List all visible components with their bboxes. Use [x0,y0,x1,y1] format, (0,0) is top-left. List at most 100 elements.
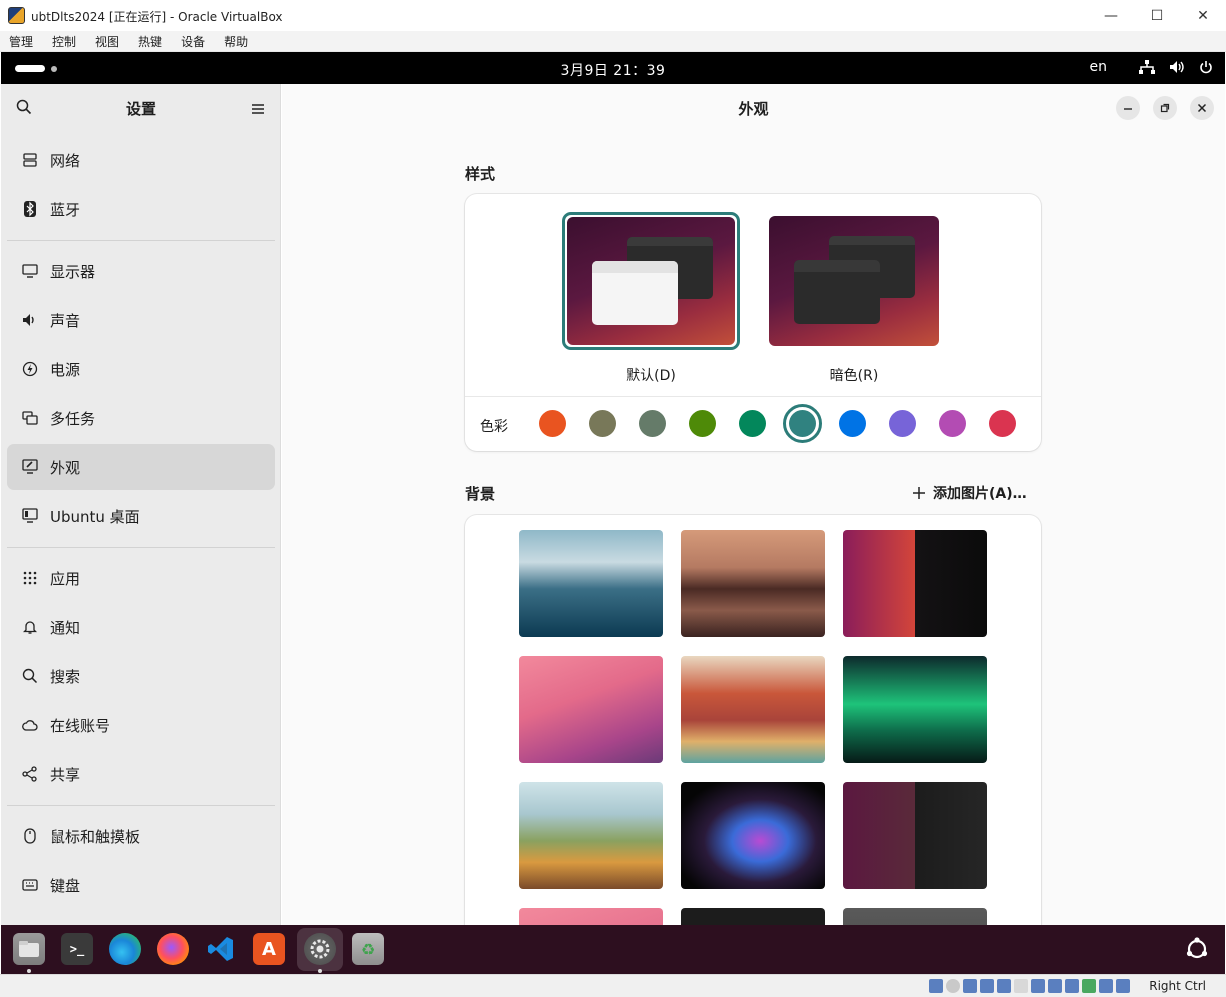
wallpaper-thumbnail[interactable] [843,782,987,889]
window-minimize-button[interactable] [1116,96,1140,120]
sidebar-item-label: 外观 [50,458,81,477]
keyboard-icon [22,877,38,893]
vt-x-icon[interactable] [1065,979,1079,993]
host-menubar: 管理 控制 视图 热键 设备 帮助 [0,31,1226,52]
sidebar-separator [7,805,275,806]
accent-color-swatch[interactable] [839,410,866,437]
host-menu-view[interactable]: 视图 [95,33,119,50]
accent-color-swatch[interactable] [689,410,716,437]
sidebar-item-apps[interactable]: 应用 [7,555,275,601]
style-thumbnail-default[interactable] [562,212,740,350]
sidebar-item-keyboard[interactable]: 键盘 [7,862,275,908]
sidebar-item-label: 网络 [50,151,81,170]
wallpaper-thumbnail[interactable] [519,908,663,925]
sidebar-item-label: 鼠标和触摸板 [50,827,141,846]
sidebar-item-label: 显示器 [50,262,96,281]
sidebar-item-label: 应用 [50,569,81,588]
accent-color-swatch[interactable] [539,410,566,437]
input-language-indicator[interactable]: en [1090,59,1108,75]
wallpaper-thumbnail[interactable] [843,530,987,637]
window-close-button[interactable] [1190,96,1214,120]
accent-color-swatch[interactable] [939,410,966,437]
hamburger-menu-icon[interactable] [252,100,264,119]
wallpaper-thumbnail[interactable] [681,908,825,925]
optical-drive-icon[interactable] [946,979,960,993]
host-window-title: ubtDlts2024 [正在运行] - Oracle VirtualBox [31,10,283,24]
host-menu-hotkeys[interactable]: 热键 [138,33,162,50]
preview-front-window [592,261,678,325]
accent-color-swatch[interactable] [739,410,766,437]
show-apps-icon[interactable] [1181,933,1213,965]
host-menu-manage[interactable]: 管理 [9,33,33,50]
clock[interactable]: 3月9日 21：39 [1,60,1225,80]
style-thumbnail-dark[interactable] [765,212,943,350]
sidebar-item-bluetooth[interactable]: 蓝牙 [7,186,275,232]
host-close-button[interactable]: ✕ [1180,0,1226,31]
audio-icon[interactable] [963,979,977,993]
edge-icon[interactable] [109,933,141,965]
wallpaper-thumbnail[interactable] [519,530,663,637]
host-menu-control[interactable]: 控制 [52,33,76,50]
accent-color-swatch[interactable] [889,410,916,437]
shared-folders-icon[interactable] [1014,979,1028,993]
sidebar-item-sound[interactable]: 声音 [7,297,275,343]
cloud-icon [22,717,38,733]
wallpaper-thumbnail[interactable] [519,782,663,889]
host-menu-help[interactable]: 帮助 [224,33,248,50]
system-tray[interactable]: en [1090,59,1214,75]
wallpaper-thumbnail[interactable] [681,782,825,889]
host-menu-devices[interactable]: 设备 [181,33,205,50]
guest-additions-icon[interactable] [1082,979,1096,993]
window-restore-button[interactable] [1153,96,1177,120]
network-adapter-icon[interactable] [980,979,994,993]
sidebar-item-search[interactable]: 搜索 [7,653,275,699]
settings-icon[interactable] [304,933,336,965]
sidebar-item-network[interactable]: 网络 [7,137,275,183]
sidebar-item-label: 在线账号 [50,716,111,735]
display-status-icon[interactable] [1031,979,1045,993]
plus-icon [913,487,925,499]
sidebar-item-power[interactable]: 电源 [7,346,275,392]
sidebar-item-ubuntu-desktop[interactable]: Ubuntu 桌面 [7,493,275,539]
vscode-icon[interactable] [205,933,237,965]
terminal-icon[interactable]: >_ [61,933,93,965]
wallpaper-thumbnail[interactable] [843,908,987,925]
style-option-dark[interactable]: 暗色(R) [765,212,943,385]
trash-icon[interactable]: ♻ [352,933,384,965]
hard-disk-icon[interactable] [929,979,943,993]
host-maximize-button[interactable]: ☐ [1134,0,1180,31]
accent-color-swatch[interactable] [789,410,816,437]
sidebar-item-appearance[interactable]: 外观 [7,444,275,490]
recording-icon[interactable] [1048,979,1062,993]
keyboard-capture-icon[interactable] [1116,979,1130,993]
sidebar-item-notifications[interactable]: 通知 [7,604,275,650]
sidebar-item-mouse-touchpad[interactable]: 鼠标和触摸板 [7,813,275,859]
style-option-default[interactable]: 默认(D) [562,212,740,385]
wallpaper-thumbnail[interactable] [681,656,825,763]
firefox-icon[interactable] [157,933,189,965]
sidebar-item-label: 蓝牙 [50,200,81,219]
usb-icon[interactable] [997,979,1011,993]
sidebar-item-online-accounts[interactable]: 在线账号 [7,702,275,748]
sidebar-item-multitasking[interactable]: 多任务 [7,395,275,441]
style-section-label: 样式 [465,165,496,183]
wallpaper-thumbnail[interactable] [843,656,987,763]
preview-front-window [794,260,880,324]
files-icon[interactable] [13,933,45,965]
accent-color-swatch[interactable] [589,410,616,437]
style-label-dark: 暗色(R) [829,368,879,384]
host-minimize-button[interactable]: — [1088,0,1134,31]
mouse-integration-icon[interactable] [1099,979,1113,993]
gnome-top-bar: 3月9日 21：39 en [1,52,1225,84]
sidebar-title: 设置 [125,100,156,118]
sidebar-separator [7,240,275,241]
accent-color-swatch[interactable] [989,410,1016,437]
sidebar-item-displays[interactable]: 显示器 [7,248,275,294]
wallpaper-thumbnail[interactable] [681,530,825,637]
app-center-icon[interactable]: A [253,933,285,965]
sidebar-item-sharing[interactable]: 共享 [7,751,275,797]
add-picture-button[interactable]: 添加图片(A)… [913,483,1027,503]
style-card: 默认(D) 暗色(R) 色彩 [465,194,1041,451]
wallpaper-thumbnail[interactable] [519,656,663,763]
accent-color-swatch[interactable] [639,410,666,437]
